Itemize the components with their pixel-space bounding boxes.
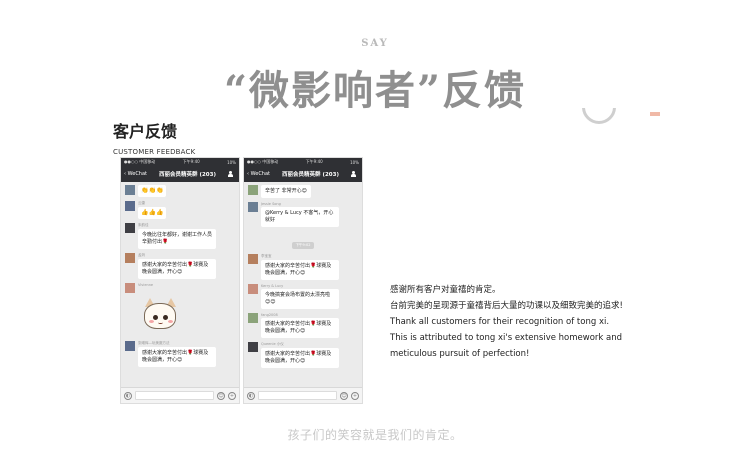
emoji-icon[interactable]: ☺ [340,391,348,400]
message-bubble: 今晚比往年都好，谢谢工作人员辛勤付出🌹 [138,229,216,249]
message-input[interactable] [135,391,214,400]
message-bubble: @Kerry & Lucy 不客气，开心就好 [261,207,339,227]
message-bubble: 👍👍👍 [138,207,167,219]
chat-message: 张曦辉—玩美魔方法 感谢大家的辛苦付出🌹球赛及晚会圆满，开心😊 [125,341,235,367]
plus-icon[interactable]: + [351,391,359,400]
deco-half-circle [582,108,616,124]
message-bubble: 感谢大家的辛苦付出🌹球赛及晚会圆满，开心😊 [261,318,339,338]
avatar [125,223,135,233]
back-button[interactable]: ‹ WeChat [247,171,270,177]
avatar [125,185,135,195]
message-bubble: 辛苦了 非常开心😊 [261,185,311,198]
input-bar: ◐ ☺ + [244,387,362,403]
avatar [248,284,258,294]
description-line: Thank all customers for their recognitio… [390,317,610,327]
chat-area: 👏👏👏 云婕 👍👍👍 朱韵佳 今晚比往年都好，谢谢工作人员辛勤付出🌹 孟妈 感谢… [121,182,239,389]
sender-name: fang2008 [261,313,278,317]
sender-name: Jessie Song [261,202,281,206]
avatar [125,341,135,351]
chat-message: 朱韵佳 今晚比往年都好，谢谢工作人员辛勤付出🌹 [125,223,235,249]
nav-bar: ‹ WeChat 西丽会员精英群 (203) [121,166,239,182]
chat-message: Kerry & Lucy 今晚搞宴会场布置的太漂亮啦😊😊 [248,284,358,309]
wechat-screenshot-left: ●●○○ 中国移动 下午9:40 10% ‹ WeChat 西丽会员精英群 (2… [120,157,240,404]
sender-name: 李宝宝 [261,254,272,258]
voice-icon[interactable]: ◐ [247,391,255,400]
wechat-screenshot-right: ●●○○ 中国移动 下午9:40 10% ‹ WeChat 西丽会员精英群 (2… [243,157,363,404]
status-bar: ●●○○ 中国移动 下午9:40 10% [121,158,239,166]
description-line: 感谢所有客户对童禧的肯定。 [390,285,501,295]
cat-sticker [138,297,184,337]
chat-message: 👏👏👏 [125,185,235,197]
feedback-description: 感谢所有客户对童禧的肯定。 台前完美的呈现源于童禧背后大量的功课以及细致完美的追… [390,282,720,362]
plus-icon[interactable]: + [228,391,236,400]
avatar [125,283,135,293]
avatar [125,253,135,263]
deco-bar [650,112,660,116]
sender-name: 孟妈 [138,253,145,257]
chat-message: 李宝宝 感谢大家的辛苦付出🌹球赛及晚会圆满，开心😊 [248,254,358,280]
avatar [248,254,258,264]
time-label: 下午9:40 [182,159,200,164]
sender-name: 张曦辉—玩美魔方法 [138,341,170,345]
back-button[interactable]: ‹ WeChat [124,171,147,177]
section-subtitle: CUSTOMER FEEDBACK [113,148,196,156]
message-input[interactable] [258,391,337,400]
message-bubble: 感谢大家的辛苦付出🌹球赛及晚会圆满，开心😊 [261,348,339,368]
description-line: 台前完美的呈现源于童禧背后大量的功课以及细致完美的追求! [390,301,623,311]
time-stamp: 下午9:02 [248,231,358,250]
avatar [125,201,135,211]
chat-message: Vivienne [125,283,235,293]
input-bar: ◐ ☺ + [121,387,239,403]
group-members-icon[interactable] [227,171,236,177]
message-bubble: 感谢大家的辛苦付出🌹球赛及晚会圆满，开心😊 [138,347,216,367]
message-bubble: 感谢大家的辛苦付出🌹球赛及晚会圆满，开心😊 [261,260,339,280]
footer-caption: 孩子们的笑容就是我们的肯定。 [287,428,463,442]
chat-area: 辛苦了 非常开心😊 Jessie Song @Kerry & Lucy 不客气，… [244,182,362,389]
carrier-label: ●●○○ 中国移动 [247,159,279,164]
chat-message: Jessie Song @Kerry & Lucy 不客气，开心就好 [248,202,358,227]
sender-name: 朱韵佳 [138,223,149,227]
sender-name: Queenie 小仪 [261,342,284,346]
description-line: meticulous pursuit of perfection! [390,349,530,359]
chat-message: 孟妈 感谢大家的辛苦付出🌹球赛及晚会圆满，开心😊 [125,253,235,279]
nav-bar: ‹ WeChat 西丽会员精英群 (203) [244,166,362,182]
chat-message: 辛苦了 非常开心😊 [248,185,358,198]
battery-label: 10% [350,159,359,165]
battery-label: 10% [227,159,236,165]
time-label: 下午9:40 [305,159,323,164]
message-bubble: 感谢大家的辛苦付出🌹球赛及晚会圆满，开心😊 [138,259,216,279]
chat-message: fang2008 感谢大家的辛苦付出🌹球赛及晚会圆满，开心😊 [248,313,358,338]
emoji-icon[interactable]: ☺ [217,391,225,400]
chat-title: 西丽会员精英群 (203) [282,172,339,178]
avatar [248,202,258,212]
sender-name: 云婕 [138,201,145,205]
group-members-icon[interactable] [350,171,359,177]
avatar [248,185,258,195]
section-title: 客户反馈 [113,122,178,141]
chat-message: Queenie 小仪 感谢大家的辛苦付出🌹球赛及晚会圆满，开心😊 [248,342,358,368]
sender-name: Kerry & Lucy [261,284,284,288]
voice-icon[interactable]: ◐ [124,391,132,400]
message-bubble: 今晚搞宴会场布置的太漂亮啦😊😊 [261,289,339,309]
avatar [248,342,258,352]
carrier-label: ●●○○ 中国移动 [124,159,156,164]
chat-message: 云婕 👍👍👍 [125,201,235,219]
avatar [248,313,258,323]
say-label: SAY [361,38,389,49]
status-bar: ●●○○ 中国移动 下午9:40 10% [244,158,362,166]
sender-name: Vivienne [138,283,154,287]
page-title: “微影响者”反馈 [223,67,526,114]
message-bubble: 👏👏👏 [138,185,167,197]
description-line: This is attributed to tong xi's extensiv… [390,333,623,343]
chat-title: 西丽会员精英群 (203) [159,172,216,178]
